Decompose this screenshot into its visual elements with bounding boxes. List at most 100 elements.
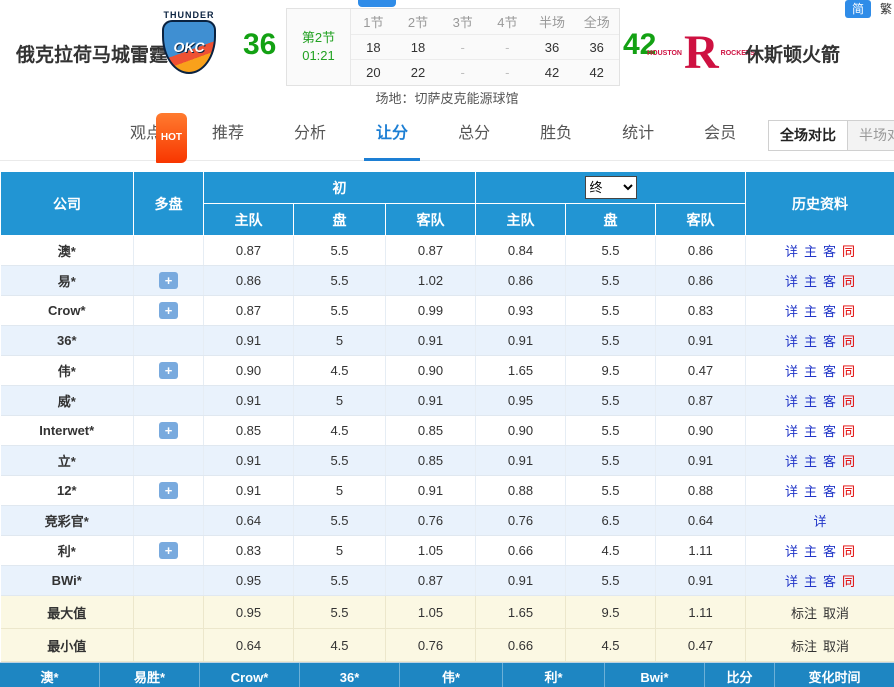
history-link[interactable]: 详	[785, 484, 798, 499]
history-link[interactable]: 主	[804, 334, 817, 349]
history-link[interactable]: 详	[785, 364, 798, 379]
nav-bar: 观点HOT 推荐分析让分总分胜负统计会员 全场对比 半场对比	[0, 110, 894, 161]
final-odd-value: 0.86	[656, 266, 746, 296]
history-link[interactable]: 同	[842, 454, 855, 469]
final-odds-select[interactable]: 终	[585, 176, 637, 199]
final-odd-value: 6.5	[566, 506, 656, 536]
simplified-chinese-button[interactable]: 简	[845, 0, 871, 18]
expand-plus-button[interactable]: +	[159, 482, 178, 499]
hot-badge: HOT	[156, 113, 187, 163]
history-link[interactable]: 详	[785, 394, 798, 409]
venue-label: 场地：切萨皮克能源球馆	[0, 88, 894, 107]
initial-odd-value: 1.02	[386, 266, 476, 296]
history-cell: 详	[746, 506, 894, 536]
history-link[interactable]: 取消	[823, 639, 849, 654]
tab-让分[interactable]: 让分	[364, 110, 420, 161]
period-score: 18	[396, 40, 441, 55]
history-link[interactable]: 主	[804, 484, 817, 499]
history-link[interactable]: 同	[842, 274, 855, 289]
history-link[interactable]: 主	[804, 454, 817, 469]
expand-plus-button[interactable]: +	[159, 422, 178, 439]
history-link[interactable]: 主	[804, 364, 817, 379]
history-link[interactable]: 详	[814, 514, 827, 529]
initial-odd-value: 0.95	[204, 596, 294, 629]
history-link[interactable]: 主	[804, 244, 817, 259]
tab-观点[interactable]: 观点HOT	[118, 110, 174, 161]
history-link[interactable]: 标注	[791, 606, 817, 621]
history-link[interactable]: 详	[785, 424, 798, 439]
full-game-compare-button[interactable]: 全场对比	[769, 121, 847, 150]
history-link[interactable]: 详	[785, 454, 798, 469]
history-link[interactable]: 同	[842, 574, 855, 589]
history-link[interactable]: 主	[804, 304, 817, 319]
tab-胜负[interactable]: 胜负	[528, 110, 584, 161]
history-link[interactable]: 同	[842, 484, 855, 499]
rockets-logo-r: R	[682, 27, 721, 79]
history-link[interactable]: 主	[804, 574, 817, 589]
expand-plus-button[interactable]: +	[159, 362, 178, 379]
history-link[interactable]: 客	[823, 364, 836, 379]
expand-plus-button[interactable]: +	[159, 542, 178, 559]
history-cell: 详主客同	[746, 536, 894, 566]
history-link[interactable]: 客	[823, 424, 836, 439]
tab-总分[interactable]: 总分	[446, 110, 502, 161]
history-link[interactable]: 取消	[823, 606, 849, 621]
history-link[interactable]: 同	[842, 364, 855, 379]
history-link[interactable]: 同	[842, 394, 855, 409]
initial-odd-value: 5.5	[294, 446, 386, 476]
half-game-compare-button[interactable]: 半场对比	[847, 121, 894, 150]
history-cell: 详主客同	[746, 296, 894, 326]
final-odd-value: 0.88	[656, 476, 746, 506]
initial-odd-value: 0.91	[204, 476, 294, 506]
history-link[interactable]: 同	[842, 244, 855, 259]
history-link[interactable]: 详	[785, 304, 798, 319]
history-link[interactable]: 详	[785, 274, 798, 289]
history-link[interactable]: 同	[842, 334, 855, 349]
history-link[interactable]: 客	[823, 304, 836, 319]
history-link[interactable]: 客	[823, 244, 836, 259]
initial-odd-value: 5.5	[294, 266, 386, 296]
tab-分析[interactable]: 分析	[282, 110, 338, 161]
history-link[interactable]: 详	[785, 334, 798, 349]
expand-plus-button[interactable]: +	[159, 272, 178, 289]
company-name: BWi*	[1, 566, 134, 596]
expand-plus-button[interactable]: +	[159, 302, 178, 319]
history-link[interactable]: 客	[823, 484, 836, 499]
history-link[interactable]: 主	[804, 274, 817, 289]
history-link[interactable]: 客	[823, 394, 836, 409]
history-link[interactable]: 同	[842, 544, 855, 559]
history-link[interactable]: 主	[804, 544, 817, 559]
history-link[interactable]: 同	[842, 304, 855, 319]
period-score: 18	[351, 40, 396, 55]
initial-odd-value: 1.05	[386, 536, 476, 566]
history-link[interactable]: 客	[823, 334, 836, 349]
history-link[interactable]: 详	[785, 244, 798, 259]
history-link[interactable]: 详	[785, 574, 798, 589]
final-odd-value: 0.83	[656, 296, 746, 326]
period-label: 4节	[485, 12, 530, 31]
initial-odd-value: 0.91	[386, 326, 476, 356]
history-link[interactable]: 主	[804, 424, 817, 439]
history-link[interactable]: 详	[785, 544, 798, 559]
odds-table-body: 澳*0.875.50.870.845.50.86详主客同易*+0.865.51.…	[1, 236, 894, 662]
initial-odd-value: 0.64	[204, 629, 294, 662]
footer-col-Crow*: Crow*	[200, 663, 300, 687]
final-odd-value: 1.65	[476, 596, 566, 629]
history-link[interactable]: 客	[823, 274, 836, 289]
company-name: 伟*	[1, 356, 134, 386]
odds-row: 36*0.9150.910.915.50.91详主客同	[1, 326, 894, 356]
history-link[interactable]: 客	[823, 574, 836, 589]
top-tab-pill[interactable]	[358, 0, 396, 7]
history-link[interactable]: 标注	[791, 639, 817, 654]
traditional-chinese-button[interactable]: 繁	[880, 0, 892, 18]
history-link[interactable]: 客	[823, 454, 836, 469]
tab-统计[interactable]: 统计	[610, 110, 666, 161]
tab-推荐[interactable]: 推荐	[200, 110, 256, 161]
period-score: -	[440, 40, 485, 55]
history-link[interactable]: 同	[842, 424, 855, 439]
tab-会员[interactable]: 会员	[692, 110, 748, 161]
history-link[interactable]: 客	[823, 544, 836, 559]
history-link[interactable]: 主	[804, 394, 817, 409]
period-score: 22	[396, 65, 441, 80]
final-odd-value: 0.66	[476, 536, 566, 566]
